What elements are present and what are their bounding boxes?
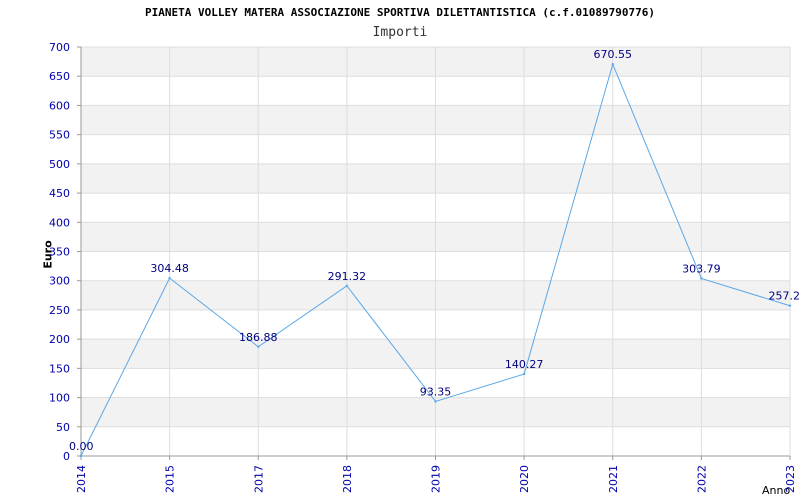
y-tick-label: 200 bbox=[49, 333, 70, 346]
data-label: 140.27 bbox=[505, 358, 544, 371]
data-point bbox=[79, 454, 83, 458]
line-chart: 0501001502002503003504004505005506006507… bbox=[49, 41, 800, 493]
chart-container: PIANETA VOLLEY MATERA ASSOCIAZIONE SPORT… bbox=[0, 0, 800, 500]
x-tick-label: 2021 bbox=[607, 465, 620, 493]
x-tick-label: 2023 bbox=[784, 465, 797, 493]
y-tick-label: 550 bbox=[49, 129, 70, 142]
y-tick-label: 250 bbox=[49, 304, 70, 317]
y-tick-label: 300 bbox=[49, 275, 70, 288]
data-label: 670.55 bbox=[594, 48, 633, 61]
x-tick-label: 2018 bbox=[341, 465, 354, 493]
data-label: 257.2 bbox=[769, 290, 800, 303]
x-tick-label: 2017 bbox=[252, 465, 265, 493]
data-point bbox=[522, 372, 526, 376]
data-point bbox=[257, 345, 260, 349]
y-tick-label: 150 bbox=[49, 362, 70, 375]
y-tick-label: 600 bbox=[49, 99, 70, 112]
y-tick-label: 350 bbox=[49, 246, 70, 259]
data-label: 291.32 bbox=[328, 270, 367, 283]
y-tick-label: 500 bbox=[49, 158, 70, 171]
data-point bbox=[700, 277, 703, 280]
data-label: 186.88 bbox=[239, 331, 278, 344]
data-label: 304.48 bbox=[150, 262, 189, 275]
data-point bbox=[434, 400, 437, 403]
x-tick-label: 2015 bbox=[164, 465, 177, 493]
y-tick-label: 50 bbox=[56, 421, 70, 434]
y-tick-label: 650 bbox=[49, 70, 70, 83]
data-point bbox=[345, 284, 349, 287]
data-point bbox=[168, 276, 171, 280]
x-tick-label: 2020 bbox=[518, 465, 531, 493]
data-label: 0.00 bbox=[69, 440, 94, 453]
y-tick-label: 100 bbox=[49, 392, 70, 405]
data-label: 93.35 bbox=[420, 385, 452, 398]
data-label: 303.79 bbox=[682, 262, 721, 275]
data-point bbox=[788, 304, 792, 307]
x-tick-label: 2022 bbox=[695, 465, 708, 493]
x-tick-label: 2019 bbox=[430, 465, 443, 493]
y-tick-label: 450 bbox=[49, 187, 70, 200]
data-point bbox=[611, 63, 614, 66]
x-tick-label: 2014 bbox=[75, 465, 88, 493]
y-tick-label: 700 bbox=[49, 41, 70, 54]
y-tick-label: 400 bbox=[49, 216, 70, 229]
